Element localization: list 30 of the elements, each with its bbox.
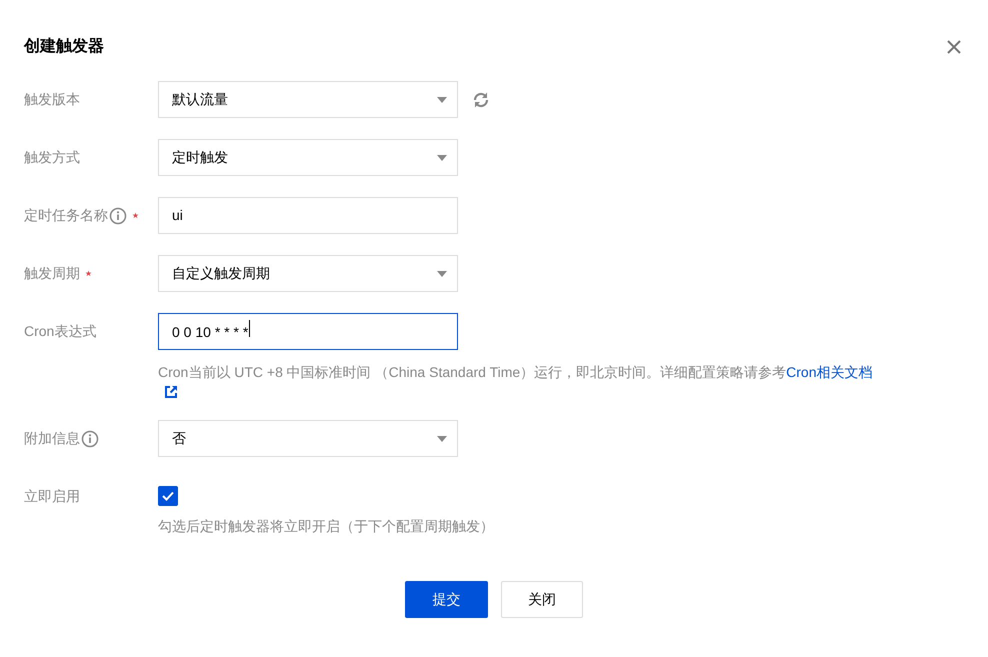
field-label: Cron表达式 [24, 322, 96, 341]
refresh-icon[interactable] [472, 90, 490, 108]
select-field[interactable]: 定时触发 [158, 139, 458, 176]
info-icon[interactable] [109, 206, 127, 224]
dialog-title: 创建触发器 [24, 36, 104, 57]
docs-link[interactable]: Cron相关文档 [786, 364, 873, 380]
caret-icon [437, 154, 447, 160]
caret-icon [437, 436, 447, 442]
external-link-icon[interactable] [164, 385, 178, 399]
help-text: 勾选后定时触发器将立即开启（于下个配置周期触发） [158, 517, 495, 536]
checkbox[interactable] [158, 486, 178, 506]
field-label: 附加信息 [24, 429, 80, 448]
cancel-button[interactable]: 关闭 [501, 581, 583, 618]
field-label: 触发周期 [24, 264, 80, 283]
checkmark-icon [162, 491, 174, 501]
caret-icon [437, 96, 447, 102]
select-field[interactable]: 否 [158, 420, 458, 457]
field-label: 立即启用 [24, 487, 80, 506]
field-label: 触发方式 [24, 148, 80, 167]
info-icon[interactable] [81, 430, 99, 448]
field-label: 触发版本 [24, 90, 80, 109]
submit-button[interactable]: 提交 [405, 581, 488, 618]
field-label: 定时任务名称 [24, 206, 108, 225]
close-icon[interactable] [946, 39, 962, 55]
input-field[interactable]: 0 0 10 * * * * [158, 313, 458, 350]
select-field[interactable]: 默认流量 [158, 81, 458, 118]
help-text: Cron当前以 UTC +8 中国标准时间 （China Standard Time）运行，即北京时间。详细配置策略请参考Cron相关文档 [158, 363, 874, 382]
select-field[interactable]: 自定义触发周期 [158, 255, 458, 292]
input-field[interactable]: ui [158, 197, 458, 234]
caret-icon [437, 270, 447, 276]
